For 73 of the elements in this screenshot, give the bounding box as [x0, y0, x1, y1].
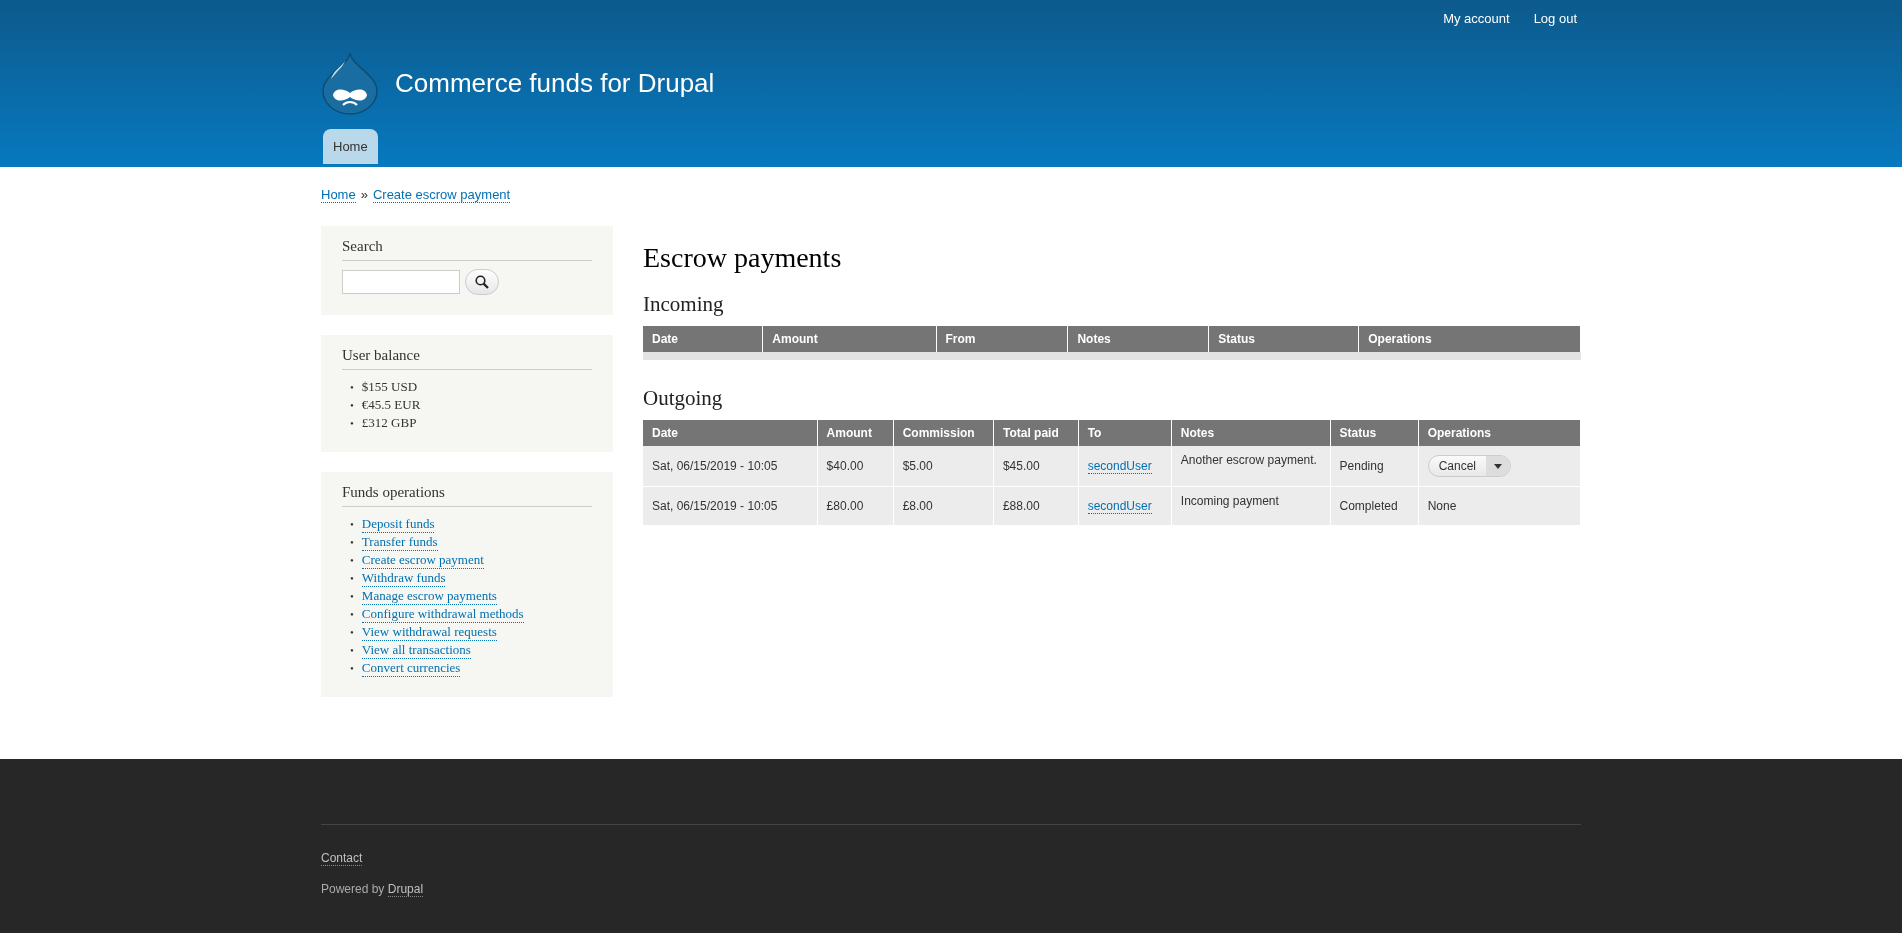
balance-item: $155 USD [361, 378, 418, 395]
bullet: • [350, 625, 354, 640]
operation-link[interactable]: Manage escrow payments [361, 587, 497, 605]
search-field[interactable] [342, 270, 460, 294]
balance-item: £312 GBP [361, 414, 417, 431]
bullet: • [350, 553, 354, 568]
cancel-dropbutton[interactable]: Cancel [1427, 455, 1511, 477]
operation-link[interactable]: Withdraw funds [361, 569, 446, 587]
column-header: Status [1208, 326, 1359, 352]
bullet: • [350, 416, 354, 431]
operation-link[interactable]: View withdrawal requests [361, 623, 497, 641]
operation-link[interactable]: View all transactions [361, 641, 471, 659]
block-title: User balance [342, 347, 592, 370]
breadcrumb-link[interactable]: Create escrow payment [372, 187, 511, 203]
table-cell: Sat, 06/15/2019 - 10:05 [643, 486, 818, 526]
page-title: Escrow payments [643, 242, 843, 274]
column-header: Date [643, 420, 818, 446]
caret-icon [1494, 463, 1502, 469]
column-header: Notes [1171, 420, 1331, 446]
section-title: Outgoing [643, 386, 724, 411]
column-header: To [1078, 420, 1172, 446]
table-cell: Another escrow payment. [1171, 446, 1331, 487]
column-header: Notes [1067, 326, 1209, 352]
operation-link[interactable]: Convert currencies [361, 659, 461, 677]
user-menu-link[interactable]: Log out [1533, 11, 1577, 33]
column-header: Operations [1358, 326, 1581, 352]
column-header: Amount [817, 420, 894, 446]
bullet: • [350, 571, 354, 586]
search-button[interactable] [465, 269, 499, 295]
column-header: Total paid [993, 420, 1079, 446]
user-menu-link[interactable]: My account [1443, 11, 1510, 33]
table-cell: Completed [1330, 486, 1419, 526]
bullet: • [350, 535, 354, 550]
table-cell: £80.00 [817, 486, 894, 526]
bullet: • [350, 398, 354, 413]
bullet: • [350, 607, 354, 622]
bullet: • [350, 517, 354, 532]
table-cell: $45.00 [993, 446, 1079, 487]
column-header: Operations [1418, 420, 1581, 446]
breadcrumb-link[interactable]: Home [321, 187, 356, 203]
column-header: Status [1330, 420, 1419, 446]
footer-link[interactable]: Contact [321, 851, 363, 866]
table-cell: £8.00 [893, 486, 994, 526]
column-header: Amount [762, 326, 936, 352]
operation-link[interactable]: Transfer funds [361, 533, 438, 551]
bullet: • [350, 643, 354, 658]
search-icon [475, 275, 489, 289]
bullet: • [350, 589, 354, 604]
table-cell: Sat, 06/15/2019 - 10:05 [643, 446, 818, 487]
drupal-link[interactable]: Drupal [387, 882, 424, 897]
table-cell: Incoming payment [1171, 486, 1331, 526]
section-title: Incoming [643, 292, 725, 317]
drop-logo[interactable] [321, 51, 379, 115]
column-header: Commission [893, 420, 994, 446]
breadcrumb-separator: » [360, 187, 368, 203]
powered-by-text: Powered by Drupal [321, 882, 424, 896]
column-header: From [936, 326, 1068, 352]
column-header: Date [643, 326, 763, 352]
bullet: • [350, 661, 354, 676]
table-cell: £88.00 [993, 486, 1079, 526]
operation-link[interactable]: Configure withdrawal methods [361, 605, 524, 623]
block-title: Funds operations [342, 484, 592, 507]
operations-text: None [1427, 499, 1457, 513]
balance-item: €45.5 EUR [361, 396, 421, 413]
table-cell: Pending [1330, 446, 1419, 487]
table-cell: $40.00 [817, 446, 894, 487]
site-name[interactable]: Commerce funds for Drupal [395, 67, 715, 99]
block-title: Search [342, 238, 592, 261]
table-cell: $5.00 [893, 446, 994, 487]
operation-link[interactable]: Deposit funds [361, 515, 435, 533]
main-menu-tab[interactable]: Home [323, 129, 378, 164]
operation-link[interactable]: Create escrow payment [361, 551, 484, 569]
bullet: • [350, 380, 354, 395]
